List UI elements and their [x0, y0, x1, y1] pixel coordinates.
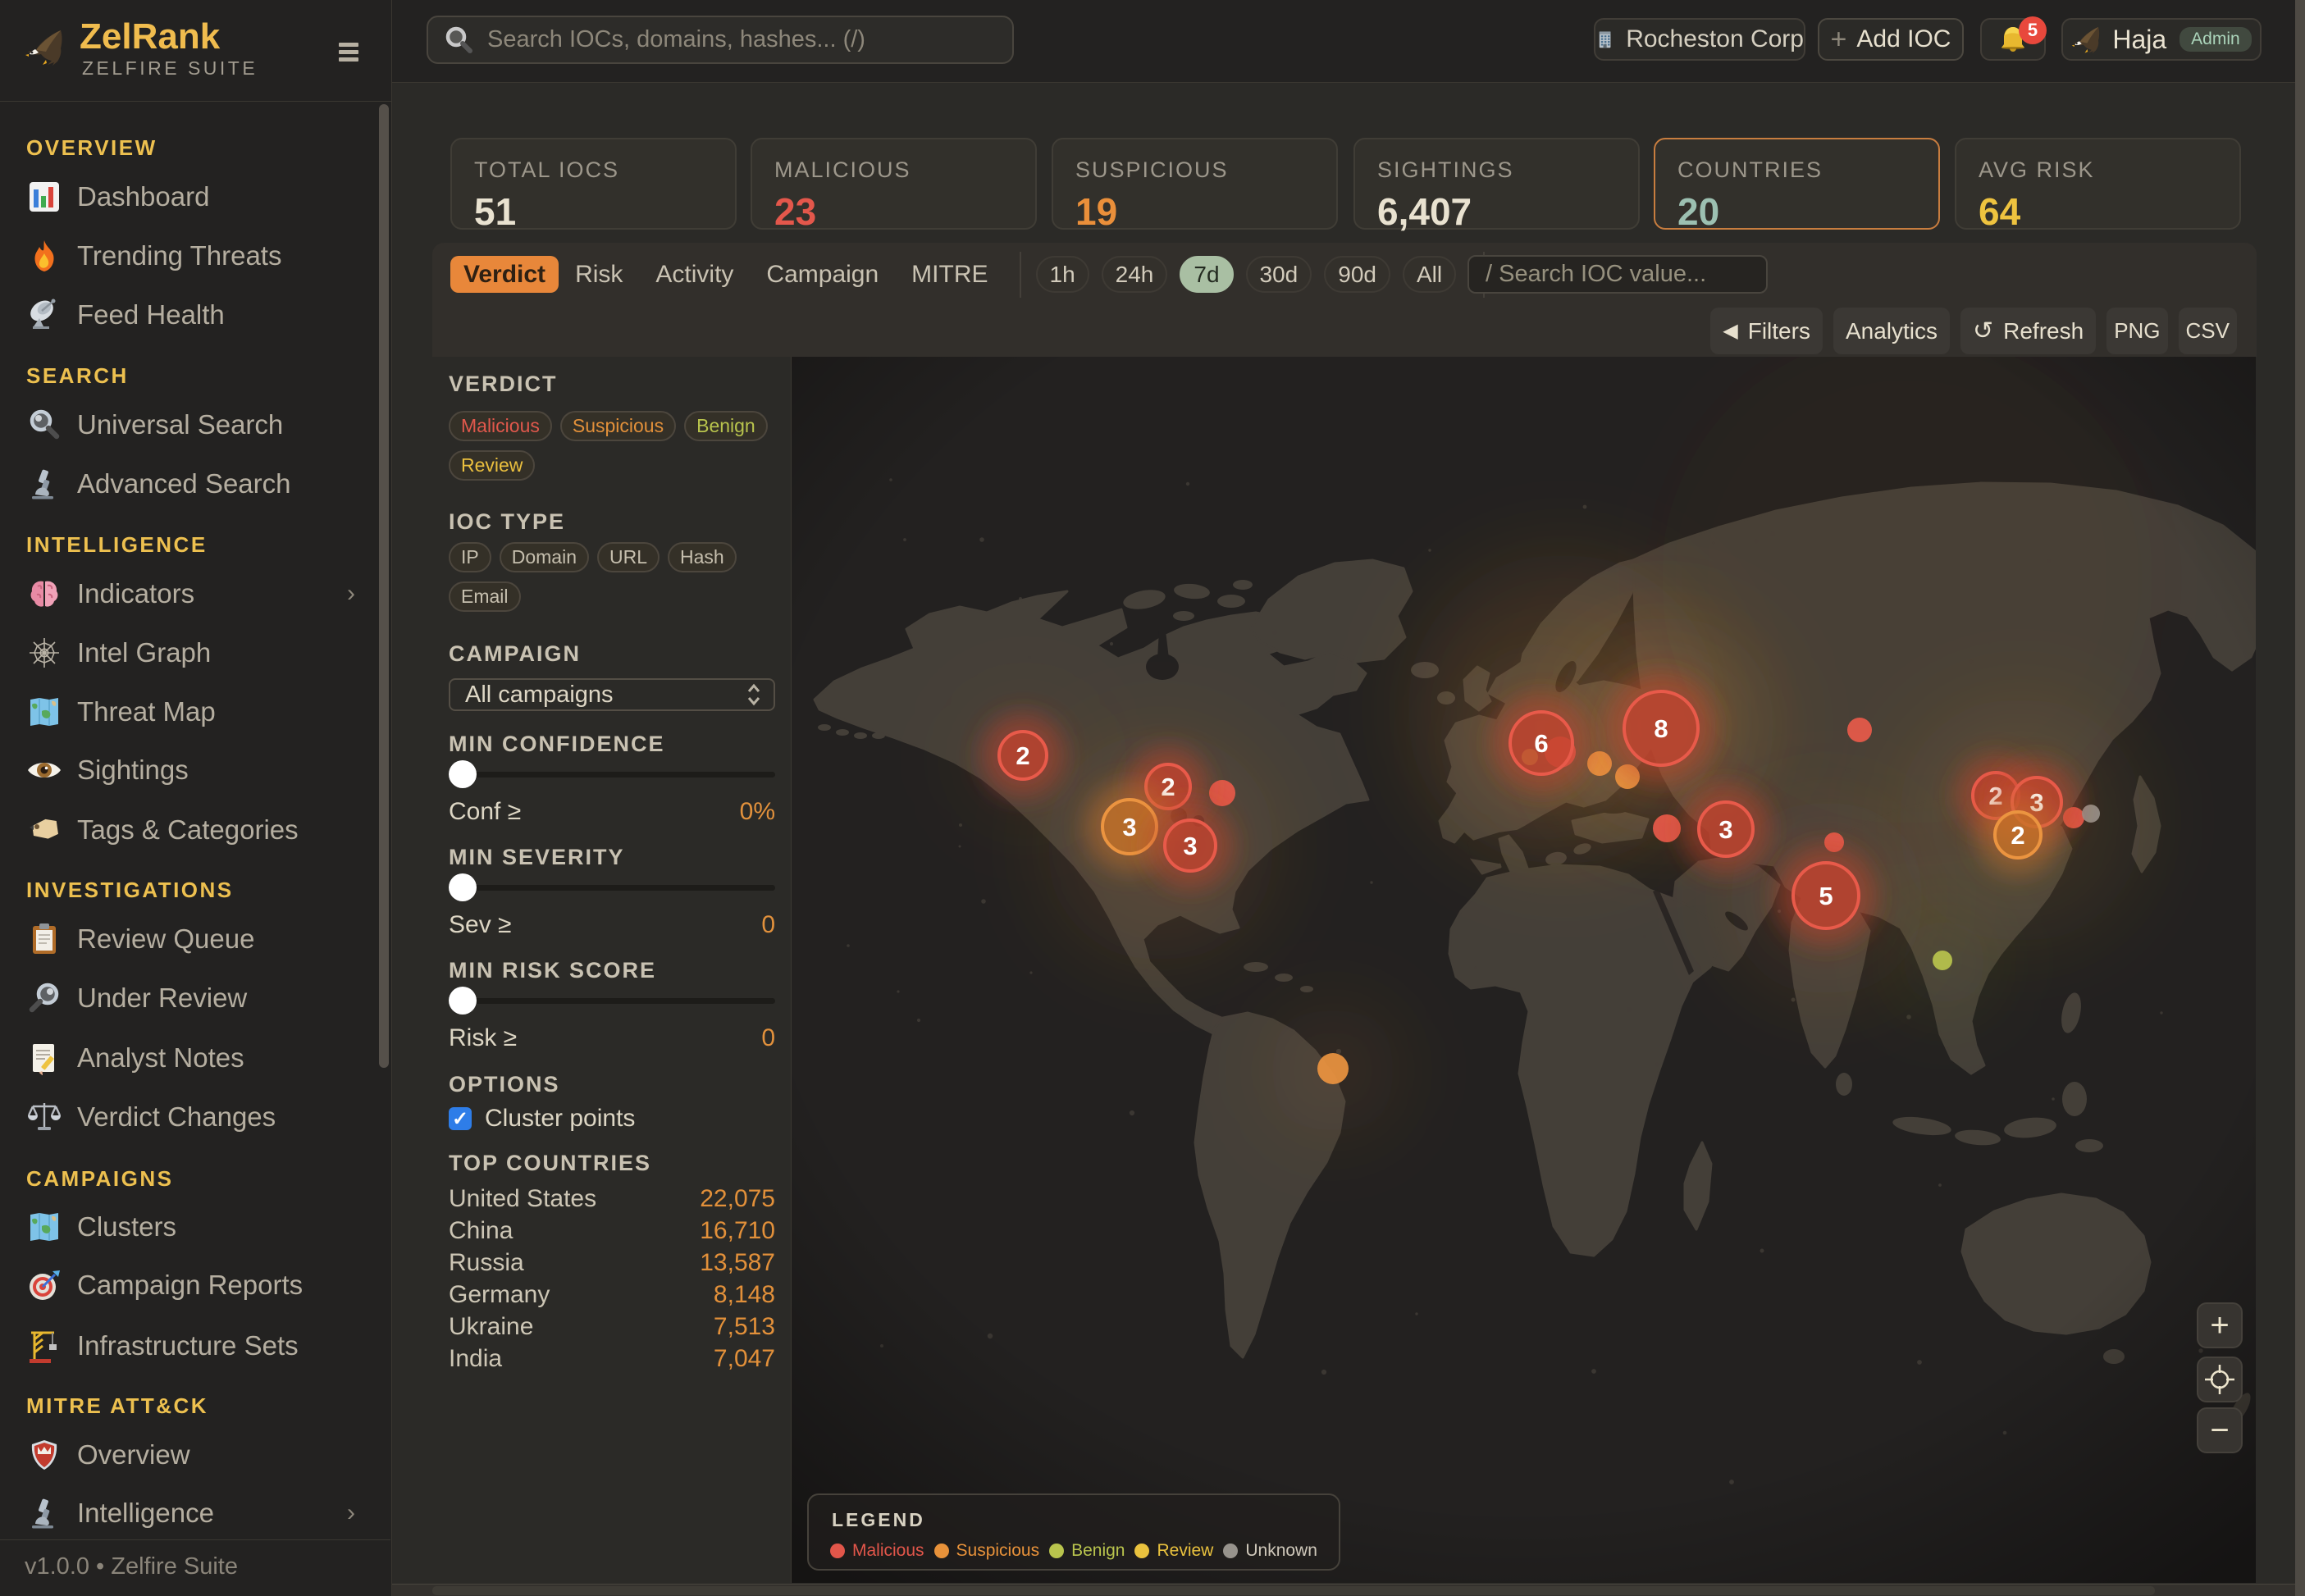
svg-text:2: 2: [1016, 741, 1029, 770]
svg-text:6: 6: [1534, 729, 1548, 758]
svg-text:3: 3: [1122, 813, 1136, 841]
svg-text:5: 5: [1819, 882, 1833, 910]
svg-text:2: 2: [2011, 821, 2024, 850]
svg-text:3: 3: [1718, 815, 1732, 844]
svg-text:8: 8: [1654, 714, 1668, 743]
svg-text:3: 3: [1183, 832, 1197, 860]
